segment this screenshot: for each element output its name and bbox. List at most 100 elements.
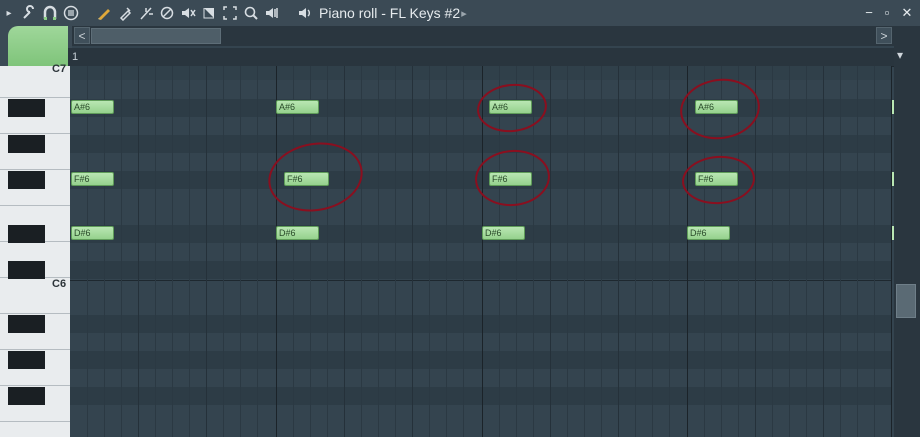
annotation-circle [676, 73, 764, 145]
horizontal-scroll-thumb[interactable] [91, 28, 221, 44]
key-row [70, 225, 892, 243]
title-arrow-icon[interactable]: ▸ [459, 4, 469, 22]
white-key-divider [0, 133, 70, 134]
grid-line [223, 66, 224, 437]
delete-icon[interactable] [158, 4, 176, 22]
octave-divider [70, 280, 892, 281]
playback-icon[interactable] [263, 4, 281, 22]
zoom-box-icon[interactable] [221, 4, 239, 22]
grid-line [240, 66, 241, 437]
grid-line [823, 66, 824, 437]
window-title: Piano roll - FL Keys #2 [319, 5, 461, 21]
timeline-ruler[interactable]: 1 [68, 48, 894, 67]
arrow-right-icon[interactable]: ▸ [4, 4, 14, 22]
grid-line [293, 66, 294, 437]
bar-number: 1 [72, 51, 79, 63]
paint-icon[interactable] [116, 4, 134, 22]
grid-line [772, 66, 773, 437]
grid-line [121, 66, 122, 437]
slice-icon[interactable] [137, 4, 155, 22]
grid-line [601, 66, 602, 437]
speaker-icon[interactable] [296, 4, 314, 22]
grid-line [857, 66, 858, 437]
scroll-right-button[interactable]: > [876, 27, 892, 44]
grid-line [806, 66, 807, 437]
mute-icon[interactable] [179, 4, 197, 22]
grid-line [584, 66, 585, 437]
grid-line [652, 66, 653, 437]
grid-line [344, 66, 345, 437]
grid-line [189, 66, 190, 437]
grid-line [310, 66, 311, 437]
grid-line [550, 66, 551, 437]
note-d6sharp[interactable]: D#6 [71, 226, 114, 240]
bar-line [276, 66, 277, 437]
grid-line [87, 66, 88, 437]
close-button[interactable]: ✕ [898, 5, 916, 21]
grid-line [669, 66, 670, 437]
grid-line [567, 66, 568, 437]
note-a6sharp[interactable]: A#6 [71, 100, 114, 114]
grid-line [361, 66, 362, 437]
grid-line [172, 66, 173, 437]
white-key-divider [0, 97, 70, 98]
key-row [70, 135, 892, 153]
key-row [70, 261, 892, 279]
note-d6sharp[interactable]: D#6 [482, 226, 525, 240]
black-key[interactable] [8, 387, 45, 405]
grid-line [635, 66, 636, 437]
white-key-divider [0, 205, 70, 206]
piano-keyboard[interactable]: C7 C6 [0, 63, 72, 437]
grid-line [378, 66, 379, 437]
magnet-icon[interactable] [41, 4, 59, 22]
white-key-divider [0, 421, 70, 422]
event-editor-tab[interactable] [8, 26, 68, 66]
grid-line [874, 66, 875, 437]
maximize-button[interactable]: ▫ [878, 5, 896, 20]
grid-line [395, 66, 396, 437]
grid-line [327, 66, 328, 437]
white-key-divider [0, 313, 70, 314]
white-key-divider [0, 169, 70, 170]
select-icon[interactable] [200, 4, 218, 22]
grid-line [257, 66, 258, 437]
note-grid[interactable]: A#6 A#6 A#6 A#6 F#6 F#6 F#6 F#6 D#6 D#6 … [70, 66, 892, 437]
scroll-left-button[interactable]: < [74, 27, 90, 44]
title-bar: ▸ Piano roll - FL Keys #2 ▸ − ▫ ✕ [0, 0, 920, 27]
vertical-scroll-thumb[interactable] [896, 284, 916, 318]
grid-line [755, 66, 756, 437]
minimize-button[interactable]: − [860, 5, 878, 20]
pencil-icon[interactable] [95, 4, 113, 22]
scroll-menu-icon[interactable]: ▾ [897, 48, 903, 62]
grid-line [104, 66, 105, 437]
key-row [70, 315, 892, 333]
bar-line [891, 66, 892, 437]
grid-line [446, 66, 447, 437]
white-key-divider [0, 349, 70, 350]
note-a6sharp[interactable]: A#6 [276, 100, 319, 114]
note-f6sharp[interactable]: F#6 [71, 172, 114, 186]
grid-line [138, 66, 139, 437]
zoom-icon[interactable] [242, 4, 260, 22]
octave-label-c6: C6 [52, 278, 67, 290]
black-key[interactable] [8, 261, 45, 279]
note-d6sharp[interactable]: D#6 [687, 226, 730, 240]
octave-label-c7: C7 [52, 63, 67, 75]
annotation-circle [474, 80, 550, 136]
black-key[interactable] [8, 171, 45, 189]
grid-line [840, 66, 841, 437]
key-row [70, 351, 892, 369]
grid-line [618, 66, 619, 437]
vertical-scrollbar[interactable]: ▾ [894, 46, 920, 437]
black-key[interactable] [8, 315, 45, 333]
note-d6sharp[interactable]: D#6 [276, 226, 319, 240]
white-key-divider [0, 385, 70, 386]
grid-line [789, 66, 790, 437]
wrench-icon[interactable] [20, 4, 38, 22]
black-key[interactable] [8, 225, 45, 243]
black-key[interactable] [8, 99, 45, 117]
black-key[interactable] [8, 351, 45, 369]
grid-line [463, 66, 464, 437]
menu-circle-icon[interactable] [62, 4, 80, 22]
black-key[interactable] [8, 135, 45, 153]
